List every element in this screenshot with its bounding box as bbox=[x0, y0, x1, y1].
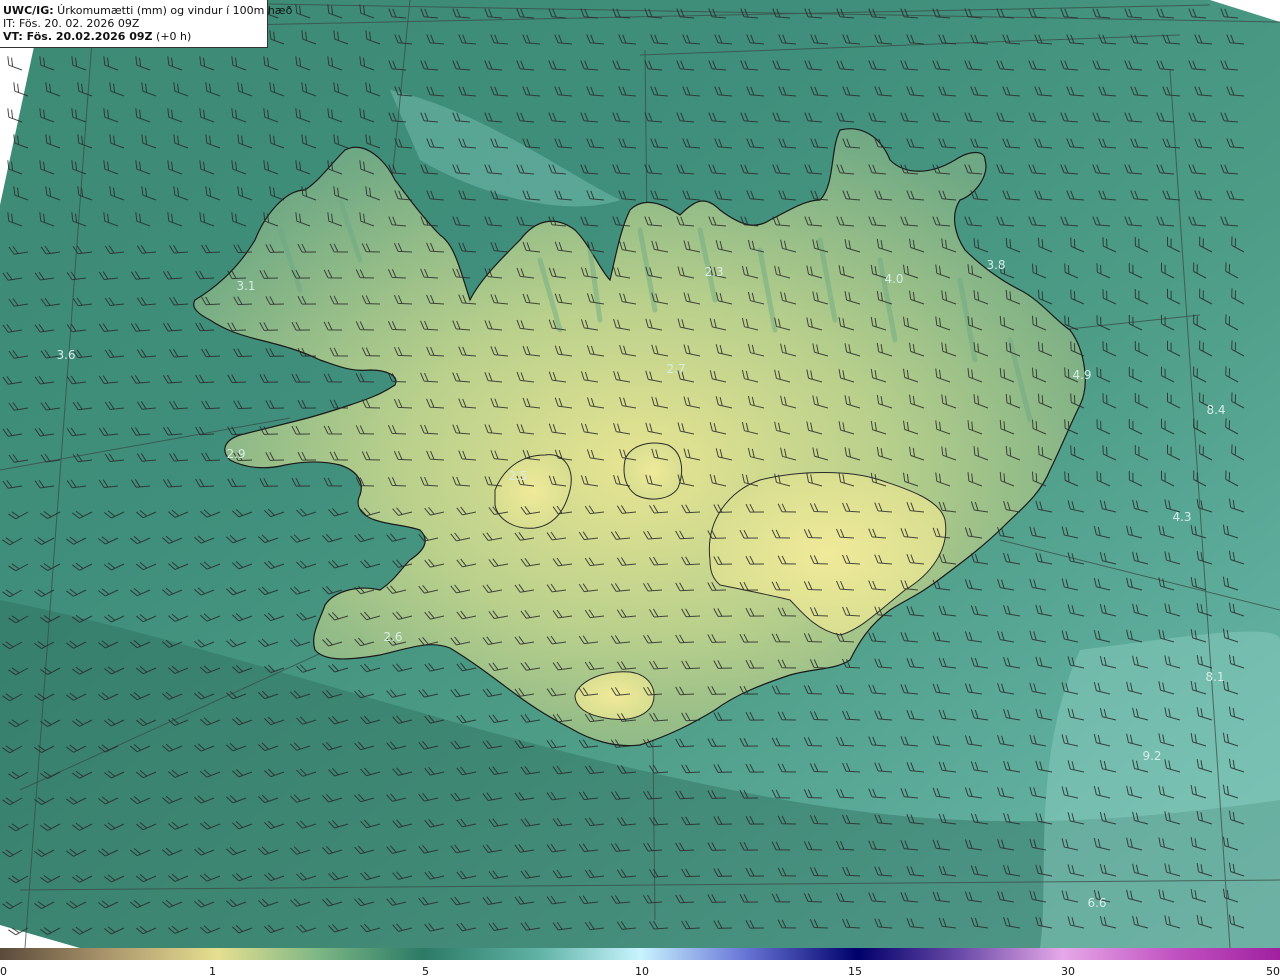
map-header: UWC/IG: Úrkomumætti (mm) og vindur í 100… bbox=[0, 0, 292, 48]
colorbar-tick-6: 50 bbox=[1266, 965, 1280, 978]
precip-label-8: 2.9 bbox=[226, 447, 245, 461]
init-time-line: IT: Fös. 20. 02. 2026 09Z bbox=[3, 17, 140, 30]
colorbar-tick-2: 5 bbox=[422, 965, 429, 978]
colorbar-gradient bbox=[0, 948, 1280, 960]
precip-label-4: 3.8 bbox=[986, 258, 1005, 272]
precip-label-9: 2.5 bbox=[508, 469, 527, 483]
title-line: UWC/IG: Úrkomumætti (mm) og vindur í 100… bbox=[3, 4, 292, 17]
precip-label-6: 4.9 bbox=[1072, 368, 1091, 382]
colorbar-tick-0: 0 bbox=[0, 965, 7, 978]
title-text: Úrkomumætti (mm) og vindur í 100m hæð bbox=[53, 4, 293, 17]
precip-label-13: 9.2 bbox=[1142, 749, 1161, 763]
valid-time-offset: (+0 h) bbox=[152, 30, 192, 43]
precipitation-wind-map: 3.1 3.6 2.3 4.0 3.8 2.7 4.9 8.4 2.9 2.5 4.3 2.6 8.1 9… bbox=[0, 0, 1280, 949]
colorbar-tick-4: 15 bbox=[848, 965, 862, 978]
valid-time-line: VT: Fös. 20.02.2026 09Z (+0 h) bbox=[3, 30, 267, 43]
precip-label-3: 4.0 bbox=[884, 272, 903, 286]
precip-label-10: 4.3 bbox=[1172, 510, 1191, 524]
colorbar-tick-3: 10 bbox=[635, 965, 649, 978]
valid-time-label: VT: Fös. 20.02.2026 09Z bbox=[3, 30, 153, 43]
wind-barb bbox=[7, 56, 23, 71]
precip-label-7: 8.4 bbox=[1206, 403, 1225, 417]
precip-label-2: 2.3 bbox=[704, 265, 723, 279]
precip-label-5: 2.7 bbox=[666, 362, 685, 376]
precip-label-1: 3.6 bbox=[56, 348, 75, 362]
precip-label-0: 3.1 bbox=[236, 279, 255, 293]
colorbar-tick-1: 1 bbox=[209, 965, 216, 978]
precip-label-12: 8.1 bbox=[1205, 670, 1224, 684]
precip-label-11: 2.6 bbox=[383, 630, 402, 644]
precip-label-14: 6.6 bbox=[1087, 896, 1106, 910]
colorbar-tick-5: 30 bbox=[1061, 965, 1075, 978]
model-name: UWC/IG: bbox=[3, 4, 54, 17]
